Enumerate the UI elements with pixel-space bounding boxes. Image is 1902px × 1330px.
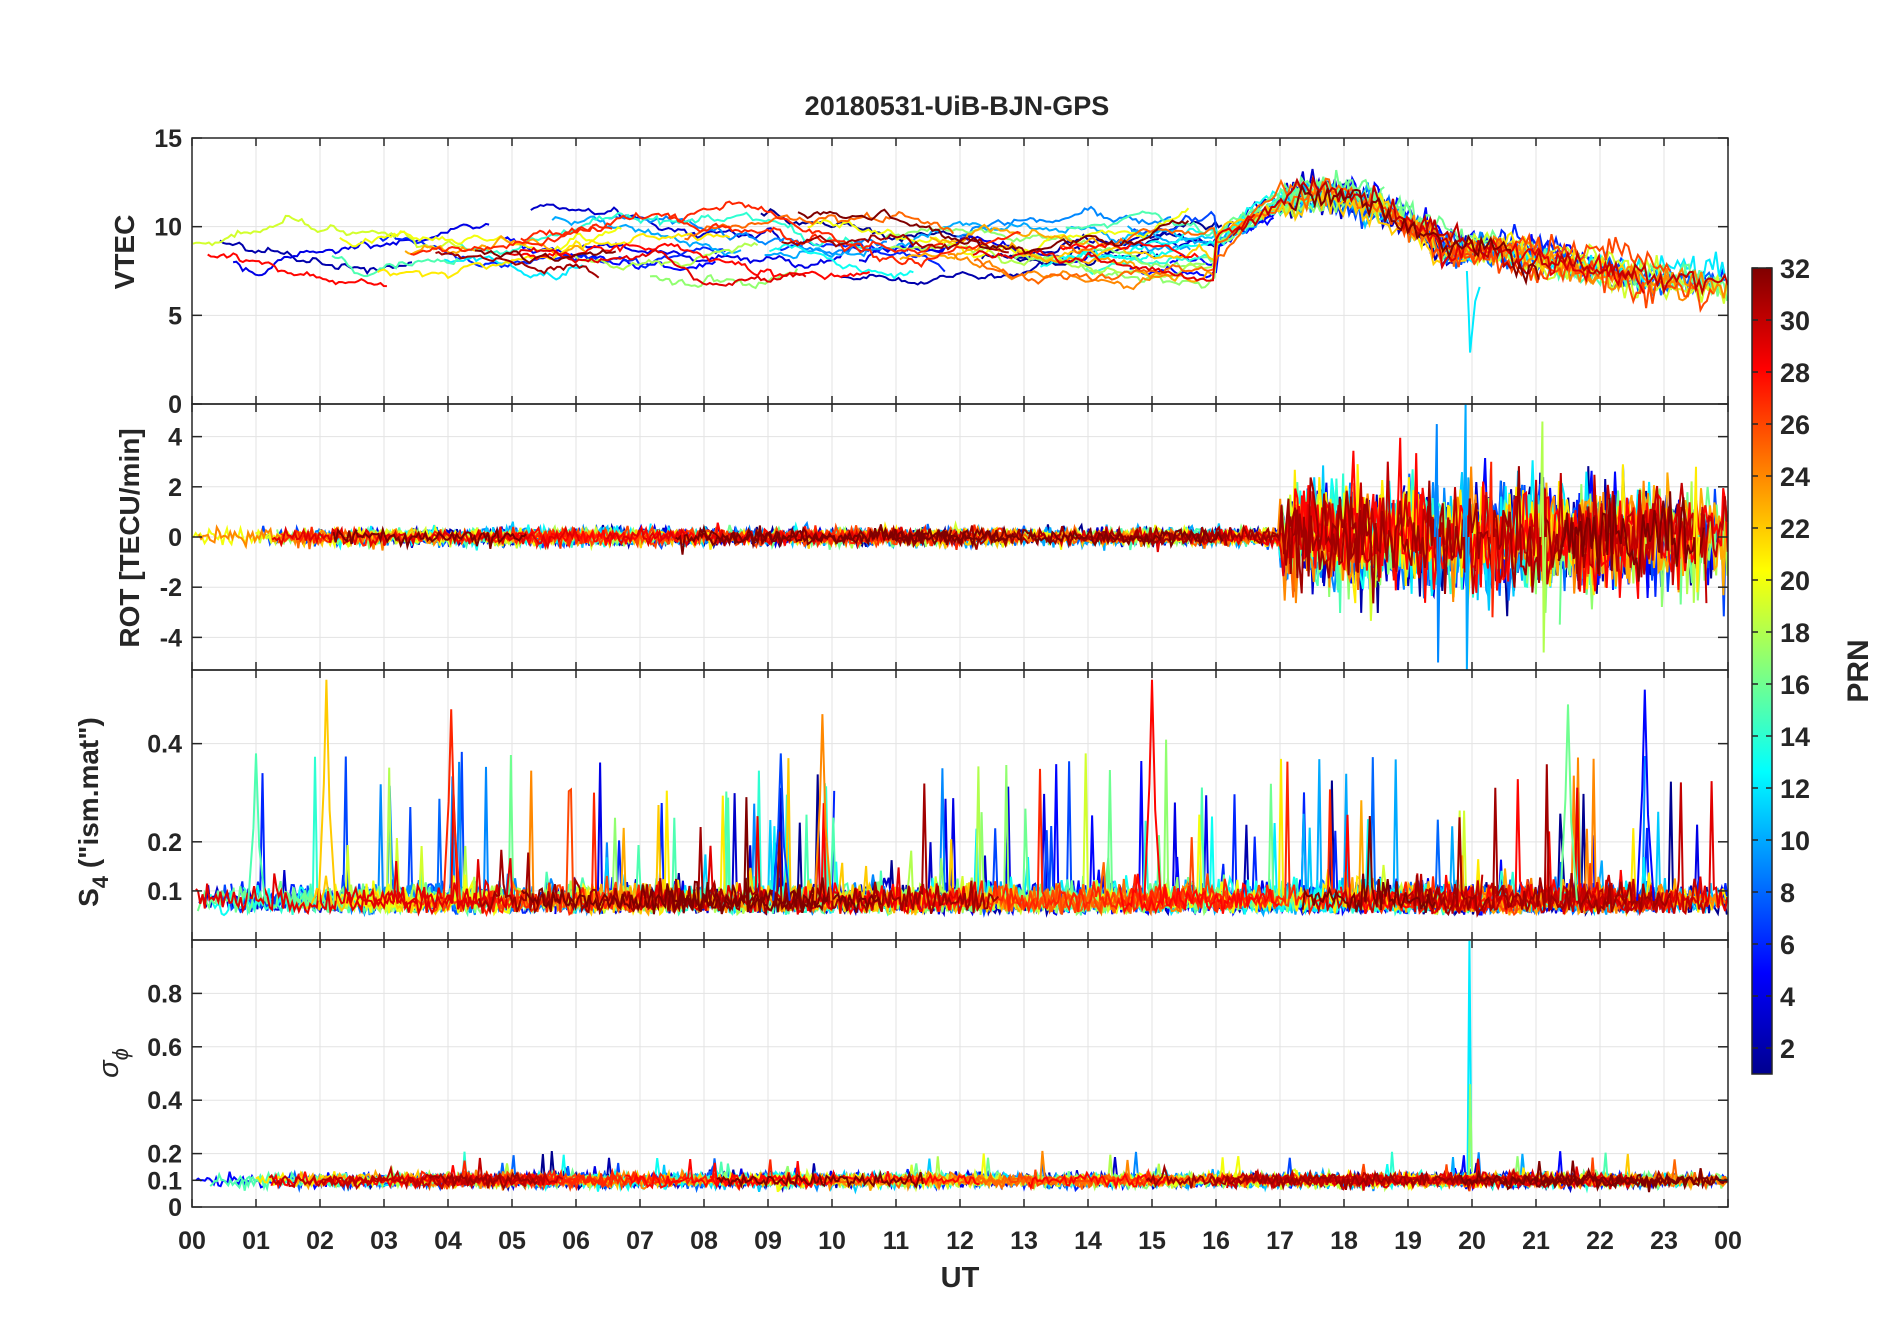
vtec-ytick-label: 5: [168, 302, 182, 330]
sigma_phi-ytick-label: 0.2: [147, 1141, 182, 1169]
x-tick-label: 02: [306, 1227, 334, 1255]
colorbar-tick-label: 32: [1780, 254, 1810, 284]
colorbar-tick-label: 28: [1780, 358, 1810, 388]
rot-ytick-label: 2: [168, 474, 182, 502]
x-tick-label: 04: [434, 1227, 462, 1255]
rot-ytick-label: 4: [168, 424, 182, 452]
rot-ytick-label: 0: [168, 524, 182, 552]
rot-ytick-label: -2: [160, 574, 182, 602]
colorbar-tick-label: 10: [1780, 826, 1810, 856]
colorbar-gradient: [1751, 267, 1773, 1075]
colorbar-label: PRN: [1842, 639, 1875, 702]
colorbar-tick-label: 16: [1780, 670, 1810, 700]
colorbar-tick-label: 2: [1780, 1034, 1795, 1064]
sigma-phi-axis-label-subscript: ϕ: [108, 1048, 133, 1060]
colorbar-tick-label: 12: [1780, 774, 1810, 804]
colorbar-tick-label: 22: [1780, 514, 1810, 544]
vtec-ytick-label: 0: [168, 391, 182, 419]
sigma_phi-ytick-label: 0.8: [147, 980, 182, 1008]
x-tick-label: 09: [754, 1227, 782, 1255]
x-tick-label: 12: [946, 1227, 974, 1255]
colorbar-tick-label: 26: [1780, 410, 1810, 440]
x-tick-label: 18: [1330, 1227, 1358, 1255]
x-tick-label: 11: [883, 1227, 910, 1255]
colorbar-tick-label: 18: [1780, 618, 1810, 648]
vtec-ytick-label: 10: [154, 214, 182, 242]
s4-axis-label-rest: ("ism.mat"): [73, 717, 104, 876]
x-tick-label: 23: [1650, 1227, 1678, 1255]
chart-figure: 20180531-UiB-BJN-GPS VTEC 051015 ROT [TE…: [0, 0, 1902, 1330]
x-tick-label: 03: [370, 1227, 398, 1255]
sigma_phi-ytick-label: 0.4: [147, 1087, 182, 1115]
x-tick-label: 08: [690, 1227, 718, 1255]
colorbar-tick-label: 4: [1780, 982, 1795, 1012]
x-tick-label: 10: [818, 1227, 846, 1255]
sigma-phi-axis-label-main: σ: [93, 1059, 125, 1078]
x-tick-label: 14: [1074, 1227, 1102, 1255]
s4-ytick-label: 0.2: [147, 829, 182, 857]
x-tick-label: 13: [1010, 1227, 1038, 1255]
x-tick-label: 00: [1714, 1227, 1742, 1255]
x-tick-label: 20: [1458, 1227, 1486, 1255]
chart-title: 20180531-UiB-BJN-GPS: [805, 91, 1110, 121]
s4-ytick-label: 0.1: [147, 878, 182, 906]
x-tick-label: 07: [626, 1227, 654, 1255]
s4-axis-label-subscript: 4: [88, 875, 113, 888]
colorbar-tick-label: 8: [1780, 878, 1795, 908]
sigma_phi-ytick-label: 0.6: [147, 1034, 182, 1062]
sigma_phi-ytick-label: 0: [168, 1194, 182, 1222]
vtec-ytick-label: 15: [154, 125, 182, 153]
x-tick-label: 15: [1138, 1227, 1166, 1255]
s4-ytick-label: 0.4: [147, 731, 182, 759]
sigma_phi-ytick-label: 0.1: [147, 1167, 182, 1195]
colorbar-tick-label: 6: [1780, 930, 1795, 960]
colorbar-tick-label: 24: [1780, 462, 1810, 492]
x-tick-label: 16: [1202, 1227, 1230, 1255]
x-tick-label: 06: [562, 1227, 590, 1255]
s4-axis-label-main: S: [73, 888, 104, 907]
x-tick-label: 01: [242, 1227, 270, 1255]
rot-axis-label: ROT [TECU/min]: [114, 428, 145, 647]
rot-ytick-label: -4: [160, 624, 182, 652]
x-axis-label: UT: [941, 1262, 980, 1294]
x-tick-label: 17: [1266, 1227, 1294, 1255]
colorbar-tick-label: 14: [1780, 722, 1810, 752]
x-tick-label: 05: [498, 1227, 526, 1255]
colorbar-tick-label: 20: [1780, 566, 1810, 596]
x-tick-label: 19: [1394, 1227, 1422, 1255]
x-tick-label: 22: [1586, 1227, 1614, 1255]
colorbar-tick-label: 30: [1780, 306, 1810, 336]
x-tick-label: 21: [1522, 1227, 1550, 1255]
vtec-axis-label: VTEC: [109, 215, 140, 290]
x-tick-label: 00: [178, 1227, 206, 1255]
